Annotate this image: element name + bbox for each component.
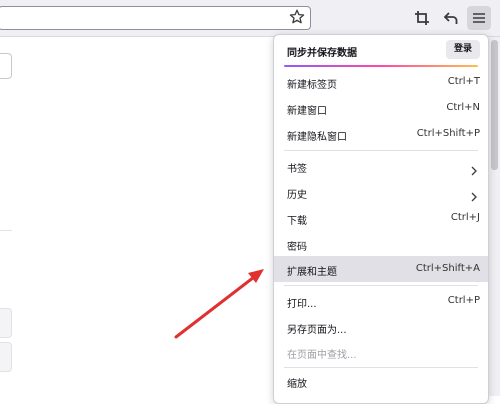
page-card[interactable]	[0, 308, 12, 338]
menu-item-history[interactable]: 历史	[274, 179, 488, 205]
annotation-arrow	[174, 269, 264, 339]
menu-item-label: 书签	[287, 164, 307, 175]
back-button[interactable]	[439, 6, 463, 30]
menu-item-label: 新建隐私窗口	[287, 132, 347, 143]
sync-header: 同步并保存数据 登录	[274, 35, 488, 65]
menu-item-shortcut: Ctrl+Shift+A	[415, 263, 480, 274]
menu-item-bookmarks[interactable]: 书签	[274, 153, 488, 179]
screenshot-crop-button[interactable]	[410, 6, 434, 30]
page-input-field[interactable]	[0, 53, 12, 79]
browser-toolbar	[0, 0, 500, 37]
menu-item-passwords[interactable]: 密码	[274, 231, 488, 257]
menu-item-label: 扩展和主题	[287, 267, 337, 278]
menu-item-print[interactable]: 打印... Ctrl+P	[274, 288, 488, 314]
menu-item-label: 下载	[287, 216, 307, 227]
page-card[interactable]	[0, 342, 12, 372]
menu-item-new-private-window[interactable]: 新建隐私窗口 Ctrl+Shift+P	[274, 121, 488, 147]
menu-item-find-in-page: 在页面中查找...	[274, 339, 488, 365]
address-bar[interactable]	[0, 6, 311, 30]
menu-item-addons-themes[interactable]: 扩展和主题 Ctrl+Shift+A	[274, 256, 488, 282]
menu-item-shortcut: Ctrl+T	[447, 76, 480, 87]
page-divider	[0, 230, 12, 231]
scrollbar-thumb[interactable]	[491, 40, 498, 170]
menu-item-shortcut: Ctrl+N	[446, 102, 480, 113]
app-menu-button[interactable]	[467, 6, 491, 30]
menu-item-zoom[interactable]: 缩放	[274, 368, 488, 394]
menu-item-label: 打印...	[287, 299, 317, 310]
menu-item-shortcut: Ctrl+Shift+P	[416, 128, 480, 139]
menu-item-label: 新建标签页	[287, 80, 337, 91]
menu-item-label: 新建窗口	[287, 106, 327, 117]
menu-item-label: 另存页面为...	[287, 325, 347, 336]
signin-button[interactable]: 登录	[446, 40, 480, 59]
menu-item-downloads[interactable]: 下载 Ctrl+J	[274, 205, 488, 231]
star-icon[interactable]	[288, 8, 306, 26]
chevron-right-icon	[470, 187, 478, 206]
menu-item-new-tab[interactable]: 新建标签页 Ctrl+T	[274, 69, 488, 95]
app-menu-panel: 同步并保存数据 登录 新建标签页 Ctrl+T 新建窗口 Ctrl+N 新建隐私…	[273, 34, 489, 404]
menu-item-label: 缩放	[287, 379, 307, 390]
menu-item-shortcut: Ctrl+P	[447, 295, 480, 306]
menu-item-label: 密码	[287, 242, 307, 253]
menu-separator	[284, 285, 478, 286]
menu-item-new-window[interactable]: 新建窗口 Ctrl+N	[274, 95, 488, 121]
menu-item-save-page-as[interactable]: 另存页面为...	[274, 314, 488, 340]
menu-item-label: 历史	[287, 190, 307, 201]
sync-title: 同步并保存数据	[287, 48, 357, 59]
menu-separator	[284, 150, 478, 151]
chevron-right-icon	[470, 161, 478, 180]
menu-item-label: 在页面中查找...	[287, 350, 357, 361]
sync-gradient-divider	[284, 65, 478, 67]
menu-item-shortcut: Ctrl+J	[450, 212, 480, 223]
